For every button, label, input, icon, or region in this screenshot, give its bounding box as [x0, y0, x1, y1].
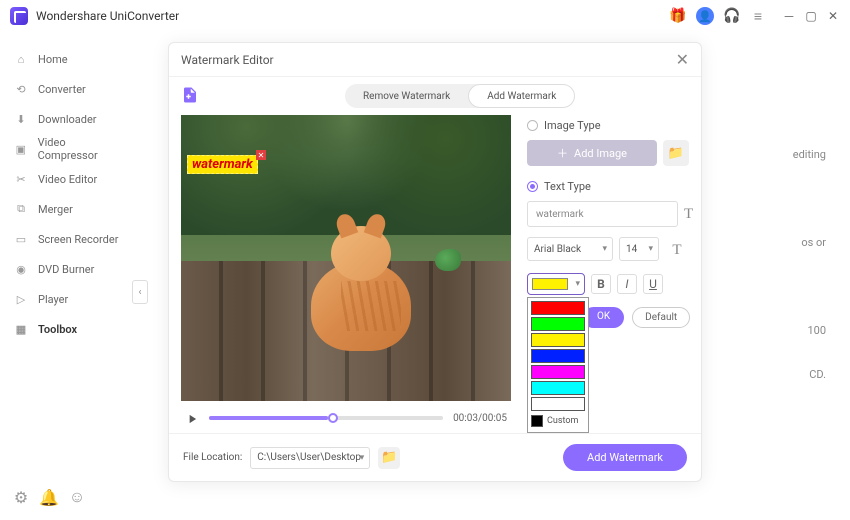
- scissors-icon: ✂: [14, 172, 28, 186]
- app-logo: [10, 7, 28, 25]
- sidebar: ⌂ Home ⟲ Converter ⬇ Downloader ▣ Video Comp…: [0, 32, 140, 520]
- color-option-white[interactable]: [531, 397, 585, 411]
- sidebar-item-player[interactable]: ▷ Player: [0, 284, 140, 314]
- toolbox-icon: ▦: [14, 322, 28, 336]
- watermark-overlay[interactable]: watermark: [187, 155, 258, 174]
- compress-icon: ▣: [14, 142, 28, 156]
- seek-slider[interactable]: [209, 416, 443, 420]
- sidebar-item-downloader[interactable]: ⬇ Downloader: [0, 104, 140, 134]
- color-option-blue[interactable]: [531, 349, 585, 363]
- gift-icon[interactable]: 🎁: [670, 8, 686, 24]
- sidebar-item-label: Toolbox: [38, 323, 77, 336]
- add-image-button[interactable]: ＋Add Image: [527, 140, 657, 166]
- color-dropdown: Custom: [527, 297, 589, 433]
- sidebar-item-label: DVD Burner: [38, 263, 94, 276]
- image-type-label: Image Type: [544, 119, 601, 132]
- sidebar-item-toolbox[interactable]: ▦ Toolbox: [0, 314, 140, 344]
- menu-icon[interactable]: ≡: [750, 8, 766, 24]
- add-file-icon[interactable]: [181, 86, 201, 106]
- browse-location-button[interactable]: 📁: [378, 447, 400, 469]
- feedback-icon[interactable]: ☺: [70, 490, 84, 504]
- settings-icon[interactable]: ⚙: [14, 490, 28, 504]
- disc-icon: ◉: [14, 262, 28, 276]
- sidebar-item-label: Player: [38, 293, 68, 306]
- video-preview[interactable]: watermark ✕: [181, 115, 511, 401]
- maximize-button[interactable]: ▢: [804, 9, 818, 23]
- support-icon[interactable]: 🎧: [724, 8, 740, 24]
- color-option-cyan[interactable]: [531, 381, 585, 395]
- sidebar-item-label: Home: [38, 53, 68, 66]
- watermark-editor-modal: Watermark Editor ✕ Remove Watermark Add …: [168, 42, 702, 482]
- modal-title: Watermark Editor: [181, 53, 274, 67]
- sidebar-item-home[interactable]: ⌂ Home: [0, 44, 140, 74]
- close-modal-button[interactable]: ✕: [676, 50, 689, 69]
- background-text: editing os or 100 CD.: [793, 144, 826, 386]
- font-size-select[interactable]: 14: [619, 237, 659, 261]
- italic-button[interactable]: I: [617, 274, 637, 294]
- tab-add-watermark[interactable]: Add Watermark: [468, 84, 575, 108]
- color-option-green[interactable]: [531, 317, 585, 331]
- sidebar-item-compressor[interactable]: ▣ Video Compressor: [0, 134, 140, 164]
- bold-button[interactable]: B: [591, 274, 611, 294]
- browse-image-button[interactable]: 📁: [663, 140, 689, 166]
- sidebar-item-label: Video Editor: [38, 173, 97, 186]
- merge-icon: ⧉: [14, 202, 28, 216]
- bell-icon[interactable]: 🔔: [42, 490, 56, 504]
- text-type-radio[interactable]: [527, 181, 538, 192]
- text-type-label: Text Type: [544, 180, 591, 193]
- file-location-select[interactable]: C:\Users\User\Desktop: [250, 447, 370, 469]
- play-icon: ▷: [14, 292, 28, 306]
- sidebar-item-label: Screen Recorder: [38, 233, 118, 246]
- image-type-radio[interactable]: [527, 120, 538, 131]
- color-select[interactable]: [527, 273, 585, 295]
- color-option-yellow[interactable]: [531, 333, 585, 347]
- sidebar-item-label: Downloader: [38, 113, 97, 126]
- app-title: Wondershare UniConverter: [36, 9, 179, 23]
- sidebar-item-merger[interactable]: ⧉ Merger: [0, 194, 140, 224]
- home-icon: ⌂: [14, 52, 28, 66]
- watermark-text-input[interactable]: [527, 201, 678, 227]
- sidebar-item-label: Merger: [38, 203, 73, 216]
- watermark-tabs: Remove Watermark Add Watermark: [345, 84, 575, 108]
- close-window-button[interactable]: ✕: [826, 9, 840, 23]
- sidebar-item-dvd[interactable]: ◉ DVD Burner: [0, 254, 140, 284]
- collapse-sidebar-button[interactable]: ‹: [132, 280, 148, 304]
- tab-remove-watermark[interactable]: Remove Watermark: [345, 84, 468, 108]
- text-format-icon[interactable]: T: [665, 237, 689, 263]
- converter-icon: ⟲: [14, 82, 28, 96]
- sidebar-item-recorder[interactable]: ▭ Screen Recorder: [0, 224, 140, 254]
- text-style-icon[interactable]: T: [684, 201, 693, 227]
- remove-watermark-overlay-button[interactable]: ✕: [256, 150, 266, 160]
- font-family-select[interactable]: Arial Black: [527, 237, 613, 261]
- record-icon: ▭: [14, 232, 28, 246]
- play-button[interactable]: [185, 411, 199, 425]
- underline-button[interactable]: U: [643, 274, 663, 294]
- sidebar-item-converter[interactable]: ⟲ Converter: [0, 74, 140, 104]
- sidebar-item-video-editor[interactable]: ✂ Video Editor: [0, 164, 140, 194]
- file-location-label: File Location:: [183, 452, 242, 463]
- add-watermark-button[interactable]: Add Watermark: [563, 444, 687, 471]
- sidebar-item-label: Video Compressor: [38, 136, 126, 162]
- time-display: 00:03/00:05: [453, 413, 507, 424]
- user-avatar-icon[interactable]: 👤: [696, 7, 714, 25]
- ok-button[interactable]: OK: [583, 307, 624, 328]
- minimize-button[interactable]: －: [782, 9, 796, 23]
- default-button[interactable]: Default: [632, 307, 690, 328]
- sidebar-item-label: Converter: [38, 83, 86, 96]
- titlebar: Wondershare UniConverter 🎁 👤 🎧 ≡ － ▢ ✕: [0, 0, 850, 32]
- color-option-magenta[interactable]: [531, 365, 585, 379]
- download-icon: ⬇: [14, 112, 28, 126]
- color-option-red[interactable]: [531, 301, 585, 315]
- color-option-custom[interactable]: Custom: [531, 413, 585, 429]
- plus-icon: ＋: [557, 145, 568, 161]
